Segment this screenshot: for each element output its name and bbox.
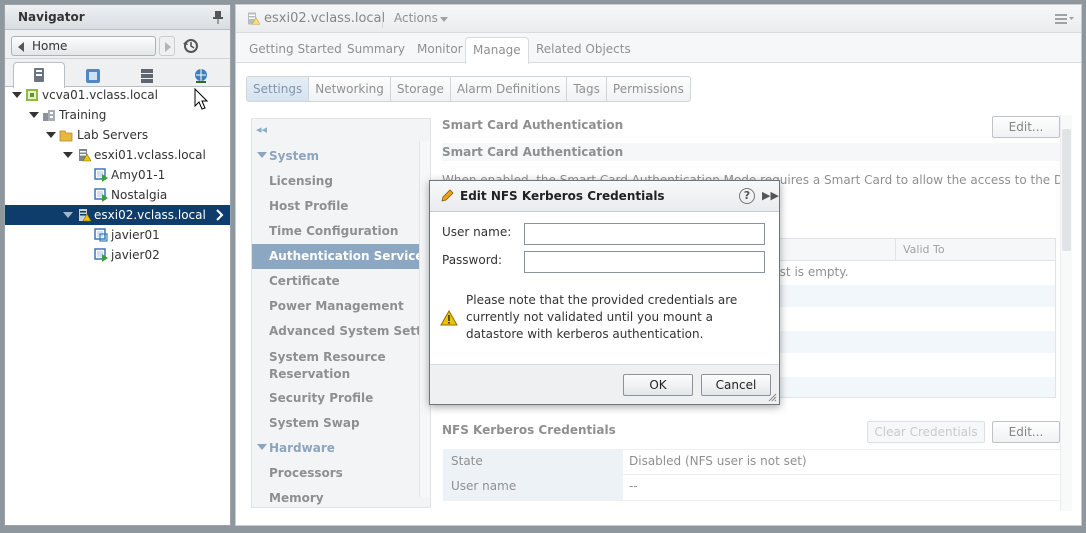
storage-icon [141,69,153,83]
tree-item-vm-javier02[interactable]: javier02 [5,245,230,265]
tab-storage[interactable] [121,62,173,87]
home-label: Home [32,39,68,53]
tree-item-label: javier01 [111,228,160,242]
tree-item-vm-javier01[interactable]: javier01 [5,225,230,245]
username-label: User name: [442,225,512,239]
warning-note: Please note that the provided credential… [466,293,738,341]
cancel-button[interactable]: Cancel [701,374,771,396]
tree-item-label: esxi01.vclass.local [94,148,206,162]
mouse-cursor-icon [194,88,208,110]
tree-item-folder[interactable]: Lab Servers [5,125,230,145]
navigator-title: Navigator [18,10,85,24]
tree-item-label: Nostalgia [111,188,168,202]
forward-button[interactable] [159,36,175,56]
expand-arrow-icon[interactable] [63,212,73,218]
tab-vms-and-templates[interactable] [67,62,119,87]
vm-running-icon [94,248,108,262]
tab-networking[interactable] [175,62,227,87]
back-arrow-icon [18,42,24,52]
tree-item-host-esxi02[interactable]: esxi02.vclass.local [5,205,230,225]
password-label: Password: [442,253,503,267]
edit-nfs-kerberos-dialog: Edit NFS Kerberos Credentials ? ▶▶ User … [429,180,780,405]
vm-icon [94,228,108,242]
home-bar: Home [5,30,230,59]
folder-icon [59,130,73,142]
tree-item-label: vcva01.vclass.local [42,88,158,102]
navigator-panel: Navigator Home vcva01.vclass.local Train… [4,4,231,526]
dialog-title: Edit NFS Kerberos Credentials [460,189,665,203]
home-button[interactable]: Home [11,36,156,56]
expand-dialog-icon[interactable]: ▶▶ [762,189,779,202]
networking-icon [195,69,207,83]
tree-item-label: esxi02.vclass.local [94,208,206,222]
expand-arrow-icon[interactable] [63,152,73,158]
tree-item-label: Training [59,108,107,122]
expand-arrow-icon[interactable] [46,132,56,138]
password-input[interactable] [524,251,765,273]
dialog-header: Edit NFS Kerberos Credentials ? ▶▶ [430,181,779,212]
pencil-icon [441,189,454,202]
vcenter-icon [26,89,38,101]
navigator-tabs [5,59,230,88]
tree-item-label: Lab Servers [77,128,149,142]
dialog-footer: OK Cancel [430,364,779,404]
expand-arrow-icon[interactable] [12,92,22,98]
vm-running-icon [94,188,108,202]
ok-button[interactable]: OK [623,374,693,396]
resize-grip-icon[interactable] [767,392,777,402]
username-input[interactable] [524,223,765,245]
tree-item-host-esxi01[interactable]: esxi01.vclass.local [5,145,230,165]
host-warning-icon [79,149,91,162]
chevron-right-icon[interactable] [216,209,224,221]
warning-icon [440,310,458,326]
expand-arrow-icon[interactable] [29,112,39,118]
vm-running-icon [94,168,108,182]
forward-arrow-icon [165,42,171,52]
tree-item-vm-nostalgia[interactable]: Nostalgia [5,185,230,205]
host-warning-icon [79,209,91,222]
pin-icon[interactable] [212,10,224,24]
navigator-header: Navigator [5,5,230,30]
tree-item-vm-amy[interactable]: Amy01-1 [5,165,230,185]
tree-item-label: Amy01-1 [111,168,166,182]
hosts-clusters-icon [34,68,44,82]
vms-templates-icon [86,69,100,83]
history-icon[interactable] [183,38,199,54]
tree-item-label: javier02 [111,248,160,262]
datacenter-icon [43,110,55,121]
help-icon[interactable]: ? [739,188,755,204]
